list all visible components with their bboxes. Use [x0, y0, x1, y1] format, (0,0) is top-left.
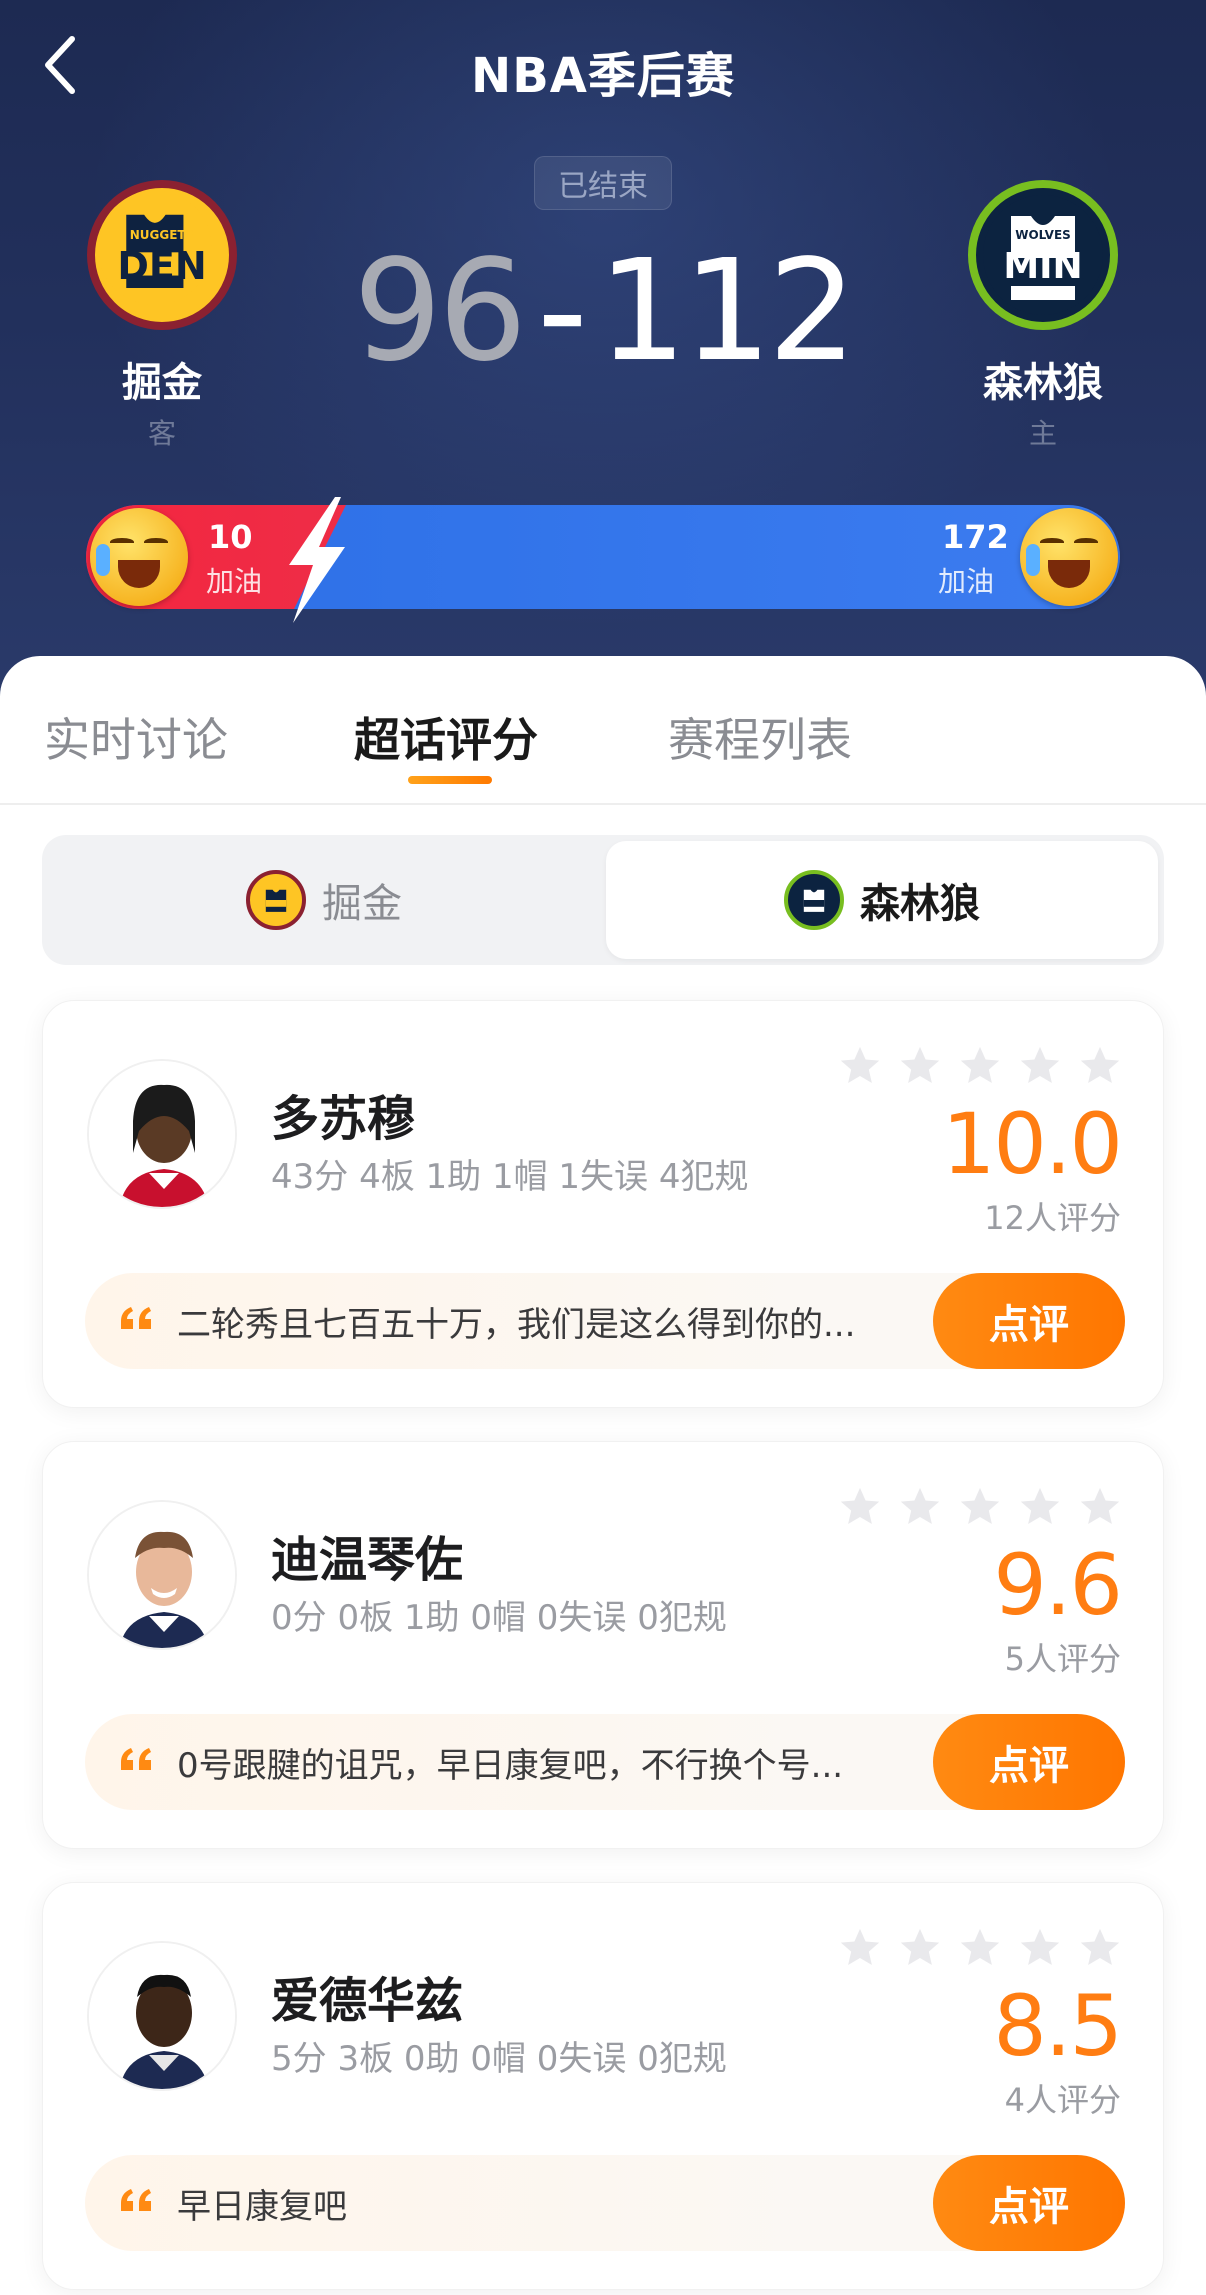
home-team-role: 主: [1028, 417, 1057, 450]
away-cheer-label: 加油: [206, 565, 263, 598]
quote-icon: [121, 1748, 151, 1770]
tab-bar: 实时讨论 超话评分 赛程列表: [0, 656, 1206, 806]
player-stats: 43分 4板 1助 1帽 1失误 4犯规: [271, 1157, 749, 1197]
player-avatar: [87, 1059, 237, 1209]
segment-home-team[interactable]: 森林狼: [606, 841, 1158, 959]
away-cheer-count: 10: [208, 518, 253, 556]
player-card[interactable]: 迪温琴佐 0分 0板 1助 0帽 0失误 0犯规 9.6 5人评分 0号跟腱的诅…: [42, 1441, 1164, 1849]
rating-count: 5人评分: [1004, 1640, 1121, 1678]
home-team-wordmark: WOLVES: [1015, 228, 1071, 242]
star-icon[interactable]: [837, 1925, 883, 1971]
player-name: 迪温琴佐: [271, 1532, 464, 1588]
page-title: NBA季后赛: [471, 48, 735, 104]
player-name: 爱德华兹: [271, 1973, 464, 2029]
player-rating: 8.5: [993, 1977, 1123, 2075]
segment-away-label: 掘金: [322, 881, 402, 927]
segment-away-team[interactable]: 掘金: [48, 841, 600, 959]
star-icon[interactable]: [1077, 1043, 1123, 1089]
star-icon[interactable]: [957, 1484, 1003, 1530]
star-icon[interactable]: [897, 1484, 943, 1530]
rating-count: 12人评分: [984, 1199, 1121, 1237]
score-separator: -: [537, 230, 588, 393]
review-button[interactable]: 点评: [933, 1273, 1125, 1369]
star-rating[interactable]: [837, 1925, 1123, 1971]
rating-count: 4人评分: [1004, 2081, 1121, 2119]
timberwolves-logo-icon: [784, 870, 844, 930]
star-icon[interactable]: [837, 1484, 883, 1530]
comment-text: 早日康复吧: [177, 2187, 347, 2227]
team-segment-control: 掘金 森林狼: [42, 835, 1164, 965]
away-team-wordmark: NUGGETS: [129, 228, 195, 242]
away-team-role: 客: [147, 417, 176, 450]
star-icon[interactable]: [897, 1925, 943, 1971]
player-stats: 0分 0板 1助 0帽 0失误 0犯规: [271, 1598, 727, 1638]
divider: [0, 803, 1206, 805]
comment-text: 0号跟腱的诅咒，早日康复吧，不行换个号...: [177, 1746, 844, 1786]
player-card[interactable]: 多苏穆 43分 4板 1助 1帽 1失误 4犯规 10.0 12人评分 二轮秀且…: [42, 1000, 1164, 1408]
player-avatar: [87, 1941, 237, 2091]
star-rating[interactable]: [837, 1043, 1123, 1089]
home-cheer-count: 172: [942, 518, 1009, 556]
star-rating[interactable]: [837, 1484, 1123, 1530]
quote-icon: [121, 2189, 151, 2211]
home-team[interactable]: MIN WOLVES 森林狼 主: [943, 180, 1143, 452]
tab-live-discussion[interactable]: 实时讨论: [44, 704, 228, 770]
nuggets-logo-icon: [246, 870, 306, 930]
home-score: 112: [597, 230, 857, 393]
player-rating: 10.0: [941, 1095, 1123, 1193]
quote-icon: [121, 1307, 151, 1329]
star-icon[interactable]: [1017, 1925, 1063, 1971]
away-score: 96: [353, 230, 527, 393]
tab-schedule[interactable]: 赛程列表: [668, 704, 852, 770]
player-rating: 9.6: [993, 1536, 1123, 1634]
away-team-abbr: DEN: [117, 244, 207, 288]
game-status-badge: 已结束: [534, 156, 672, 210]
home-team-name: 森林狼: [983, 360, 1103, 406]
player-stats: 5分 3板 0助 0帽 0失误 0犯规: [271, 2039, 727, 2079]
star-icon[interactable]: [1017, 1484, 1063, 1530]
tab-rating[interactable]: 超话评分: [354, 704, 538, 770]
player-avatar: [87, 1500, 237, 1650]
home-cheer-label: 加油: [938, 565, 995, 598]
star-icon[interactable]: [897, 1043, 943, 1089]
lightning-icon: [289, 497, 345, 623]
comment-text: 二轮秀且七百五十万，我们是这么得到你的...: [177, 1305, 856, 1345]
star-icon[interactable]: [957, 1925, 1003, 1971]
top-comment[interactable]: 二轮秀且七百五十万，我们是这么得到你的... 点评: [85, 1273, 1125, 1369]
timberwolves-logo: MIN WOLVES: [968, 180, 1118, 330]
star-icon[interactable]: [957, 1043, 1003, 1089]
top-comment[interactable]: 0号跟腱的诅咒，早日康复吧，不行换个号... 点评: [85, 1714, 1125, 1810]
home-cheer-emoji-button[interactable]: [1020, 508, 1118, 606]
star-icon[interactable]: [1077, 1484, 1123, 1530]
player-name: 多苏穆: [271, 1091, 416, 1147]
player-card[interactable]: 爱德华兹 5分 3板 0助 0帽 0失误 0犯规 8.5 4人评分 早日康复吧 …: [42, 1882, 1164, 2290]
review-button[interactable]: 点评: [933, 2155, 1125, 2251]
segment-home-label: 森林狼: [860, 881, 980, 927]
top-comment[interactable]: 早日康复吧 点评: [85, 2155, 1125, 2251]
away-cheer-emoji-button[interactable]: [90, 508, 188, 606]
home-team-abbr: MIN: [1003, 245, 1083, 287]
active-tab-indicator: [408, 776, 492, 784]
review-button[interactable]: 点评: [933, 1714, 1125, 1810]
star-icon[interactable]: [1077, 1925, 1123, 1971]
star-icon[interactable]: [1017, 1043, 1063, 1089]
star-icon[interactable]: [837, 1043, 883, 1089]
